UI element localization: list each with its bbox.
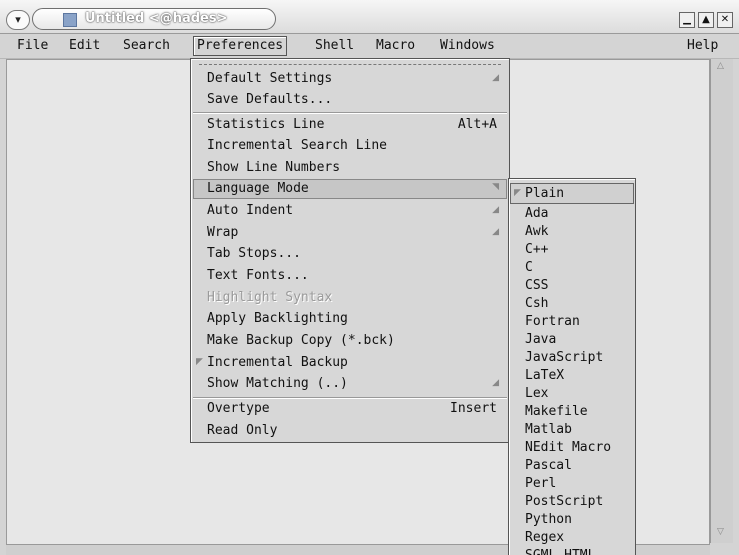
title-pill: Untitled <@hades>: [32, 8, 276, 30]
menu-item-save-defaults[interactable]: Save Defaults...: [207, 90, 332, 110]
language-item[interactable]: Matlab: [525, 421, 572, 439]
menu-item-language-mode[interactable]: Language Mode: [207, 179, 309, 199]
language-item[interactable]: JavaScript: [525, 349, 603, 367]
menu-item-read-only[interactable]: Read Only: [207, 421, 277, 441]
language-item[interactable]: Makefile: [525, 403, 588, 421]
language-item[interactable]: Fortran: [525, 313, 580, 331]
vertical-scrollbar[interactable]: △ ▽: [710, 59, 733, 543]
language-item[interactable]: SGML HTML: [525, 547, 595, 555]
menu-item-show-line-numbers[interactable]: Show Line Numbers: [207, 158, 340, 178]
language-item[interactable]: Pascal: [525, 457, 572, 475]
menu-item-show-matching[interactable]: Show Matching (..): [207, 374, 348, 394]
language-item[interactable]: C++: [525, 241, 548, 259]
language-item[interactable]: PostScript: [525, 493, 603, 511]
menu-help[interactable]: Help: [684, 37, 721, 55]
language-item[interactable]: Awk: [525, 223, 548, 241]
language-item[interactable]: NEdit Macro: [525, 439, 611, 457]
maximize-button[interactable]: ▲: [698, 12, 714, 28]
close-button[interactable]: ✕: [717, 12, 733, 28]
cascade-arrow-icon: ◢: [492, 205, 499, 215]
scroll-up-icon[interactable]: △: [717, 61, 724, 71]
cascade-arrow-icon: ◥: [492, 182, 499, 192]
language-mode-submenu: ◤ Plain Ada Awk C++ C CSS Csh Fortran Ja…: [508, 178, 636, 555]
menu-item-incremental-search-line[interactable]: Incremental Search Line: [207, 136, 387, 156]
radio-indicator-icon: ◤: [514, 188, 521, 198]
menu-item-statistics-line[interactable]: Statistics Line: [207, 115, 324, 135]
language-item[interactable]: Regex: [525, 529, 564, 547]
menu-item-default-settings[interactable]: Default Settings: [207, 69, 332, 89]
menu-item-incremental-backup[interactable]: Incremental Backup: [207, 353, 348, 373]
menu-shell[interactable]: Shell: [312, 37, 357, 55]
window-controls: ▁ ▲ ✕: [679, 12, 733, 28]
cascade-arrow-icon: ◢: [492, 378, 499, 388]
menu-separator: [193, 112, 507, 114]
menu-search[interactable]: Search: [120, 37, 173, 55]
window-title: Untitled <@hades>: [85, 11, 228, 26]
minimize-button[interactable]: ▁: [679, 12, 695, 28]
window-menu-button[interactable]: ▾: [6, 10, 30, 30]
language-item[interactable]: LaTeX: [525, 367, 564, 385]
menu-item-apply-backlighting[interactable]: Apply Backlighting: [207, 309, 348, 329]
cascade-arrow-icon: ◢: [492, 73, 499, 83]
toggle-indicator-icon[interactable]: ◤: [196, 357, 203, 367]
menu-item-make-backup-copy[interactable]: Make Backup Copy (*.bck): [207, 331, 395, 351]
menu-item-wrap[interactable]: Wrap: [207, 223, 238, 243]
language-item[interactable]: C: [525, 259, 533, 277]
language-item[interactable]: Java: [525, 331, 556, 349]
accelerator-alt-a: Alt+A: [457, 117, 497, 132]
language-item[interactable]: Lex: [525, 385, 548, 403]
language-item[interactable]: Ada: [525, 205, 548, 223]
menu-edit[interactable]: Edit: [66, 37, 103, 55]
menu-macro[interactable]: Macro: [373, 37, 418, 55]
language-item[interactable]: Csh: [525, 295, 548, 313]
menu-file[interactable]: File: [14, 37, 51, 55]
menu-windows[interactable]: Windows: [437, 37, 498, 55]
language-item[interactable]: Python: [525, 511, 572, 529]
menu-preferences[interactable]: Preferences: [193, 36, 288, 56]
menu-bar: File Edit Search Preferences Shell Macro…: [0, 34, 739, 59]
menu-item-highlight-syntax: Highlight Syntax: [207, 290, 333, 305]
cascade-arrow-icon: ◢: [492, 227, 499, 237]
preferences-menu: Default Settings ◢ Save Defaults... Stat…: [190, 58, 510, 443]
menu-item-auto-indent[interactable]: Auto Indent: [207, 201, 293, 221]
menu-item-text-fonts[interactable]: Text Fonts...: [207, 266, 309, 286]
language-item[interactable]: Plain: [525, 185, 564, 203]
menu-item-tab-stops[interactable]: Tab Stops...: [207, 244, 301, 264]
document-icon: [63, 13, 77, 27]
scroll-down-icon[interactable]: ▽: [717, 527, 724, 537]
title-bar: ▾ Untitled <@hades> ▁ ▲ ✕: [0, 0, 739, 34]
language-item[interactable]: Perl: [525, 475, 556, 493]
menu-item-overtype[interactable]: Overtype: [207, 399, 270, 419]
tear-off-line[interactable]: [199, 64, 501, 65]
language-item[interactable]: CSS: [525, 277, 548, 295]
accelerator-insert: Insert: [450, 401, 497, 416]
